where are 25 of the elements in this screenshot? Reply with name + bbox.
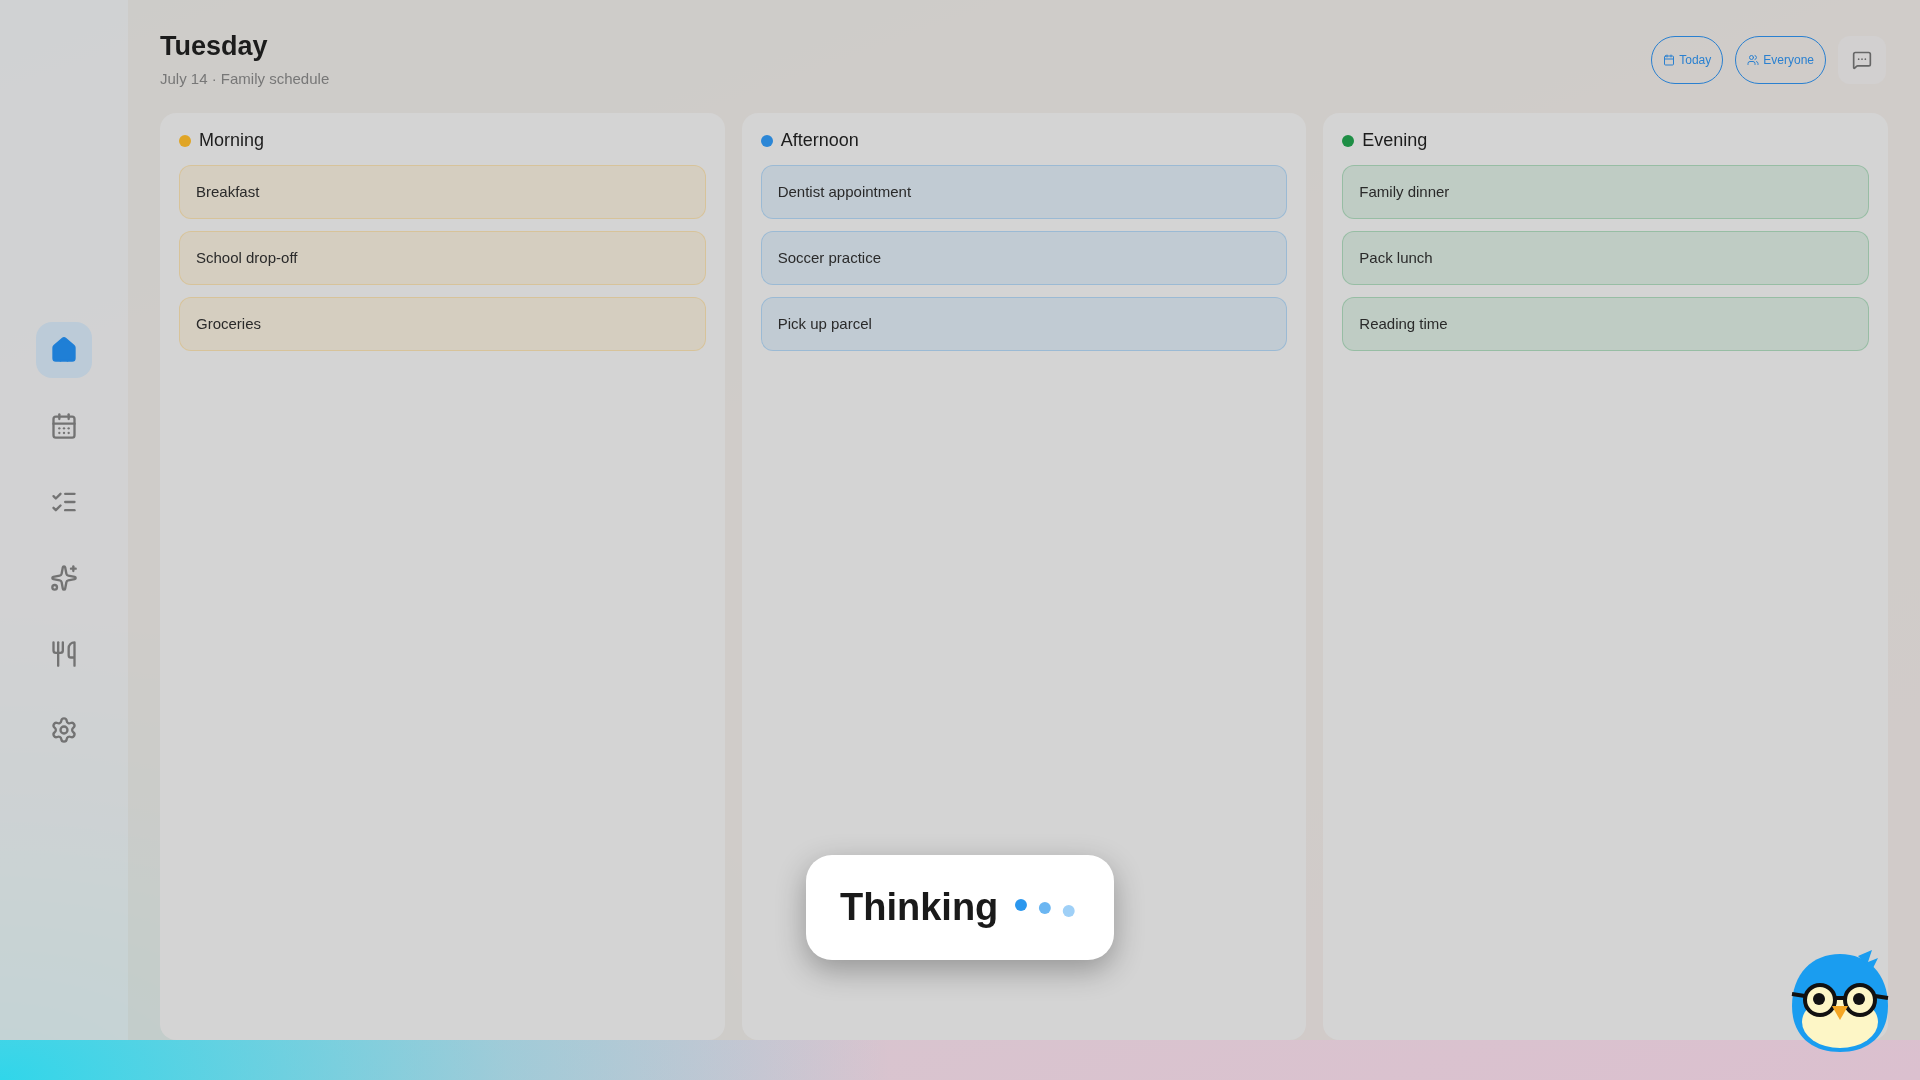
calendar-icon bbox=[1663, 54, 1676, 66]
column-title: Evening bbox=[1362, 129, 1428, 153]
task-card[interactable]: Pick up parcel bbox=[760, 296, 1288, 351]
utensils-icon bbox=[50, 640, 78, 668]
column-title: Afternoon bbox=[780, 129, 859, 153]
task-card[interactable]: Pack lunch bbox=[1342, 230, 1869, 285]
task-card[interactable]: Reading time bbox=[1342, 296, 1869, 351]
sparkles-icon bbox=[50, 564, 78, 592]
task-card[interactable]: Groceries bbox=[179, 296, 706, 351]
people-icon bbox=[1747, 54, 1760, 66]
task-card[interactable]: Family dinner bbox=[1342, 164, 1869, 219]
task-card[interactable]: School drop-off bbox=[179, 230, 706, 285]
settings-icon bbox=[50, 716, 78, 744]
column-title: Morning bbox=[199, 129, 265, 153]
calendar-icon bbox=[50, 412, 78, 440]
task-card[interactable]: Breakfast bbox=[179, 164, 706, 219]
page-subtitle: July 14 · Family schedule bbox=[160, 68, 330, 89]
page-title: Tuesday bbox=[160, 30, 269, 63]
thinking-label: Thinking bbox=[840, 885, 999, 930]
home-icon bbox=[50, 336, 78, 364]
chat-button[interactable] bbox=[1838, 36, 1886, 84]
chat-icon bbox=[1852, 50, 1872, 70]
task-card[interactable]: Soccer practice bbox=[760, 230, 1288, 285]
task-card[interactable]: Dentist appointment bbox=[760, 164, 1288, 219]
sidebar-item[interactable] bbox=[36, 322, 92, 378]
